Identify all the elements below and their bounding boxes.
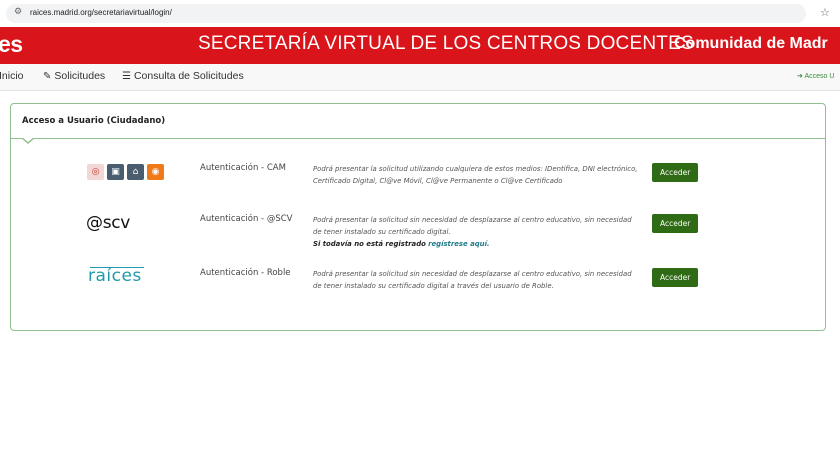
nav-login-label: Acceso U [804,73,835,80]
nav-consulta-label: Consulta de Solicitudes [133,70,244,82]
main-nav: Inicio ✎ Solicitudes ☰ Consulta de Solicit… [0,64,840,91]
register-note: Si todavía no está registrado [313,240,426,248]
panel-title: Acceso a Usuario (Ciudadano) [22,116,166,126]
address-bar[interactable]: ⚙ raices.madrid.org/secretariavirtual/lo… [6,4,806,23]
panel-header: Acceso a Usuario (Ciudadano) [11,104,825,139]
nav-consulta-solicitudes[interactable]: ☰ Consulta de Solicitudes [122,70,244,82]
nav-login[interactable]: ➜ Acceso U [797,72,834,80]
auth-name-scv: Autenticación - @SCV [200,214,293,224]
pencil-icon: ✎ [43,71,52,82]
certificate-icon: ⌂ [127,164,144,180]
url-text[interactable]: raices.madrid.org/secretariavirtual/logi… [30,8,172,17]
auth-desc-roble: Podrá presentar la solicitud sin necesid… [313,270,632,290]
list-icon: ☰ [122,71,131,82]
acceder-scv-button[interactable]: Acceder [652,214,699,233]
site-settings-icon[interactable]: ⚙ [14,7,22,17]
auth-name-cam: Autenticación - CAM [200,163,286,173]
site-logo-left[interactable]: es [0,31,23,58]
auth-desc-cam: Podrá presentar la solicitud utilizando … [313,165,638,185]
id-card-icon: ▣ [107,164,124,180]
auth-name-roble: Autenticación - Roble [200,268,291,278]
site-header: es SECRETARÍA VIRTUAL DE LOS CENTROS DOC… [0,27,840,64]
clave-icon: ◉ [147,164,164,180]
acceder-roble-button[interactable]: Acceder [652,268,699,287]
nav-inicio-label: Inicio [0,70,24,82]
browser-toolbar: ⚙ raices.madrid.org/secretariavirtual/lo… [0,0,840,27]
acceder-cam-button[interactable]: Acceder [652,163,699,182]
scv-logo: @scv [86,213,131,233]
raices-logo: raíces [88,266,144,286]
auth-desc-scv: Podrá presentar la solicitud sin necesid… [313,216,632,236]
register-link[interactable]: regístrese aquí. [428,240,489,248]
nav-inicio[interactable]: Inicio [0,70,24,82]
nav-solicitudes[interactable]: ✎ Solicitudes [43,70,105,82]
panel-notch [21,137,35,144]
nav-solicitudes-label: Solicitudes [54,70,106,82]
auth-desc-scv-block: Podrá presentar la solicitud sin necesid… [313,214,639,250]
fingerprint-icon: ◎ [87,164,104,180]
page-title: SECRETARÍA VIRTUAL DE LOS CENTROS DOCENT… [198,33,694,54]
comunidad-madrid-logo[interactable]: Comunidad de Madr [674,35,828,53]
star-icon[interactable]: ☆ [820,6,830,19]
sign-in-icon: ➜ [797,73,803,80]
